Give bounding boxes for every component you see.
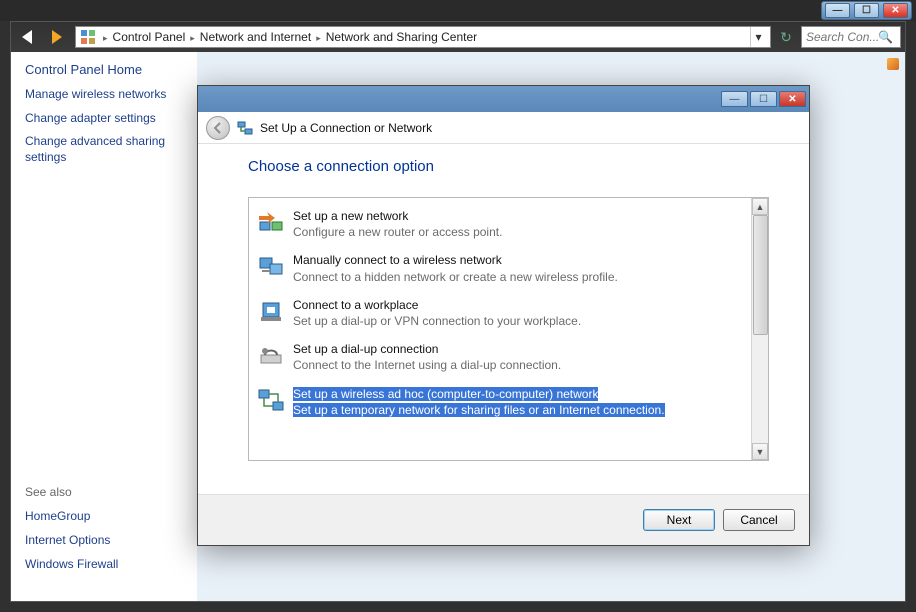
- dialog-maximize-button[interactable]: ☐: [750, 91, 777, 107]
- sidebar-link-wireless[interactable]: Manage wireless networks: [25, 87, 192, 103]
- option-item[interactable]: Set up a dial-up connection Connect to th…: [249, 335, 768, 379]
- option-item[interactable]: Set up a wireless ad hoc (computer-to-co…: [249, 380, 768, 424]
- close-button[interactable]: ✕: [883, 3, 908, 18]
- scrollbar[interactable]: ▲ ▼: [751, 198, 768, 460]
- explorer-header: Control Panel Network and Internet Netwo…: [11, 22, 905, 52]
- crumb-control-panel[interactable]: Control Panel: [111, 30, 188, 44]
- option-icon: [257, 208, 285, 236]
- option-desc: Connect to the Internet using a dial-up …: [293, 358, 561, 372]
- cancel-button[interactable]: Cancel: [723, 509, 795, 531]
- option-icon: [257, 341, 285, 369]
- maximize-button[interactable]: ☐: [854, 3, 879, 18]
- crumb-network-internet[interactable]: Network and Internet: [198, 30, 313, 44]
- dialog-minimize-button[interactable]: —: [721, 91, 748, 107]
- shield-icon: [887, 58, 899, 70]
- option-title: Connect to a workplace: [293, 298, 418, 312]
- sidebar: Control Panel Home Manage wireless netwo…: [11, 52, 197, 601]
- scroll-down-button[interactable]: ▼: [752, 443, 768, 460]
- dialog-titlebar[interactable]: — ☐ ✕: [198, 86, 809, 112]
- see-also: See also HomeGroup Internet Options Wind…: [25, 485, 192, 572]
- option-listbox[interactable]: Set up a new network Configure a new rout…: [248, 197, 769, 461]
- option-text: Connect to a workplace Set up a dial-up o…: [293, 297, 581, 329]
- sidebar-home[interactable]: Control Panel Home: [25, 62, 192, 77]
- crumb-sharing-center[interactable]: Network and Sharing Center: [324, 30, 479, 44]
- option-title: Set up a wireless ad hoc (computer-to-co…: [293, 387, 598, 401]
- option-text: Set up a wireless ad hoc (computer-to-co…: [293, 386, 665, 418]
- outer-taskbar: — ☐ ✕: [0, 0, 916, 21]
- option-item[interactable]: Set up a new network Configure a new rout…: [249, 202, 768, 246]
- window-controls: — ☐ ✕: [821, 1, 912, 20]
- crumb-sep: [187, 30, 198, 44]
- address-dropdown[interactable]: ▾: [750, 27, 766, 47]
- search-input[interactable]: [806, 30, 878, 44]
- network-icon: [236, 119, 254, 137]
- sidebar-link-advanced[interactable]: Change advanced sharing settings: [25, 134, 192, 165]
- sidebar-link-adapter[interactable]: Change adapter settings: [25, 111, 192, 127]
- option-text: Manually connect to a wireless network Co…: [293, 252, 618, 284]
- sidebar-link-firewall[interactable]: Windows Firewall: [25, 557, 192, 573]
- option-title: Set up a dial-up connection: [293, 342, 438, 356]
- dialog-back-button[interactable]: [206, 116, 230, 140]
- dialog-header: Set Up a Connection or Network: [198, 112, 809, 144]
- crumb-sep: [100, 30, 111, 44]
- crumb-sep: [313, 30, 324, 44]
- address-bar[interactable]: Control Panel Network and Internet Netwo…: [75, 26, 771, 48]
- option-desc: Set up a temporary network for sharing f…: [293, 403, 665, 417]
- sidebar-link-internet-options[interactable]: Internet Options: [25, 533, 192, 549]
- dialog-title: Set Up a Connection or Network: [260, 121, 432, 135]
- option-desc: Connect to a hidden network or create a …: [293, 270, 618, 284]
- minimize-button[interactable]: —: [825, 3, 850, 18]
- option-icon: [257, 386, 285, 414]
- dialog-footer: Next Cancel: [198, 494, 809, 545]
- search-box[interactable]: 🔍: [801, 26, 901, 48]
- scroll-up-button[interactable]: ▲: [752, 198, 768, 215]
- option-title: Set up a new network: [293, 209, 408, 223]
- dialog-close-button[interactable]: ✕: [779, 91, 806, 107]
- refresh-button[interactable]: ↻: [775, 26, 797, 48]
- sidebar-link-homegroup[interactable]: HomeGroup: [25, 509, 192, 525]
- next-button[interactable]: Next: [643, 509, 715, 531]
- option-desc: Configure a new router or access point.: [293, 225, 502, 239]
- option-text: Set up a dial-up connection Connect to th…: [293, 341, 561, 373]
- option-text: Set up a new network Configure a new rout…: [293, 208, 502, 240]
- option-icon: [257, 297, 285, 325]
- option-desc: Set up a dial-up or VPN connection to yo…: [293, 314, 581, 328]
- option-item[interactable]: Manually connect to a wireless network Co…: [249, 246, 768, 290]
- control-panel-icon: [80, 29, 96, 45]
- option-title: Manually connect to a wireless network: [293, 253, 502, 267]
- scroll-thumb[interactable]: [753, 215, 768, 335]
- dialog-body: Choose a connection option Set up a new …: [198, 144, 809, 494]
- connection-dialog: — ☐ ✕ Set Up a Connection or Network Cho…: [197, 85, 810, 546]
- nav-back-button[interactable]: [15, 25, 41, 49]
- dialog-heading: Choose a connection option: [248, 158, 769, 175]
- option-icon: [257, 252, 285, 280]
- search-icon: 🔍: [878, 30, 893, 44]
- see-also-label: See also: [25, 485, 192, 499]
- option-item[interactable]: Connect to a workplace Set up a dial-up o…: [249, 291, 768, 335]
- nav-forward-button[interactable]: [45, 25, 71, 49]
